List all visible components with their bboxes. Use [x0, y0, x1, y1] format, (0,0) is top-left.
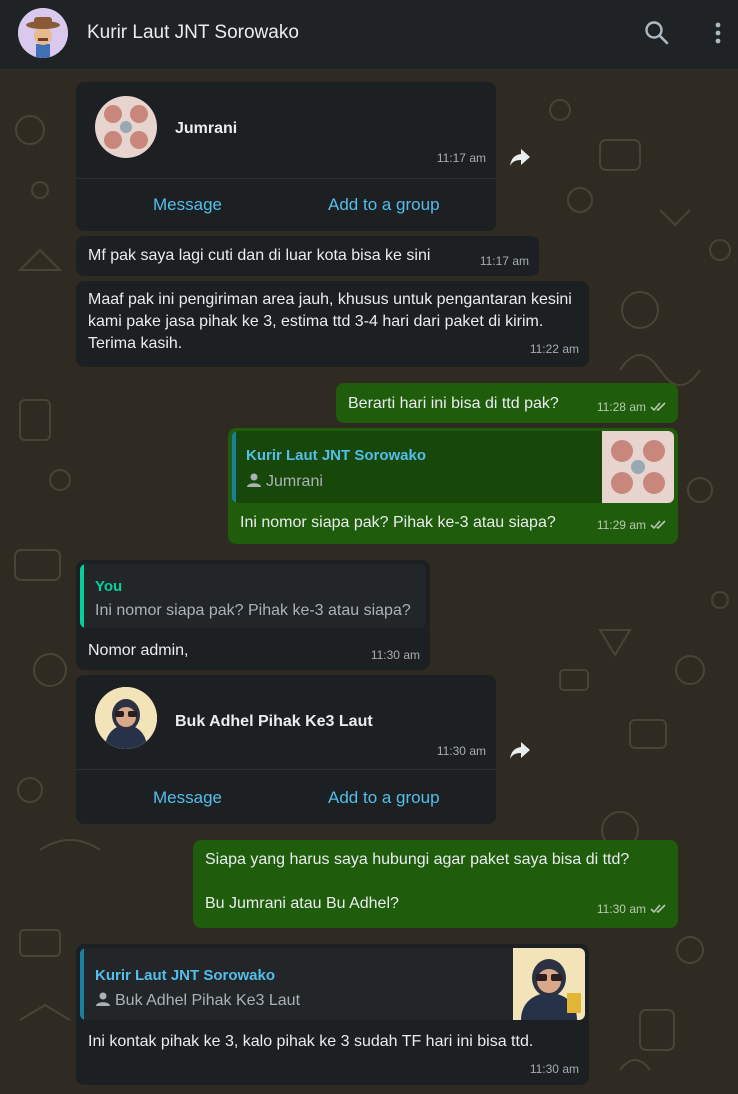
message-time: 11:30 am — [436, 744, 486, 758]
contact-name: Buk Adhel Pihak Ke3 Laut — [175, 713, 373, 730]
message-text: Ini nomor siapa pak? Pihak ke-3 atau sia… — [240, 514, 556, 531]
time-label: 11:30 am — [596, 902, 646, 916]
incoming-message: Maaf pak ini pengiriman area jauh, khusu… — [76, 281, 589, 367]
message-text: Ini kontak pihak ke 3, kalo pihak ke 3 s… — [88, 1033, 534, 1050]
contact-thumbnail — [513, 948, 585, 1020]
incoming-reply-message: You Ini nomor siapa pak? Pihak ke-3 atau… — [76, 560, 430, 670]
quote-author: Kurir Laut JNT Sorowako — [95, 967, 276, 984]
quote-author: Kurir Laut JNT Sorowako — [246, 447, 427, 464]
quoted-message[interactable]: You Ini nomor siapa pak? Pihak ke-3 atau… — [80, 564, 426, 628]
message-time: 11:30 am — [529, 1062, 579, 1076]
message-time: 11:17 am — [436, 151, 486, 165]
chat-title[interactable]: Kurir Laut JNT Sorowako — [87, 22, 299, 44]
quote-text: Ini nomor siapa pak? Pihak ke-3 atau sia… — [95, 602, 411, 619]
forward-icon[interactable] — [506, 736, 534, 764]
message-time: 11:22 am — [529, 342, 579, 356]
contact-name: Jumrani — [175, 120, 238, 137]
time-label: 11:29 am — [596, 518, 646, 532]
quote-text: Jumrani — [246, 471, 323, 495]
add-to-group-button[interactable]: Add to a group — [328, 787, 440, 809]
read-ticks-icon — [650, 515, 668, 537]
message-text: Berarti hari ini bisa di ttd pak? — [348, 395, 559, 412]
quote-contact-name: Jumrani — [266, 473, 323, 490]
divider — [76, 178, 496, 179]
chat-header: Kurir Laut JNT Sorowako — [0, 0, 738, 70]
outgoing-reply-message: Kurir Laut JNT Sorowako Jumrani Ini nomo… — [228, 428, 678, 544]
quote-text: Buk Adhel Pihak Ke3 Laut — [95, 990, 300, 1014]
contact-thumbnail — [602, 431, 674, 503]
add-to-group-button[interactable]: Add to a group — [328, 194, 440, 216]
quote-bar — [80, 948, 84, 1020]
message-time: 11:17 am — [479, 254, 529, 268]
contact-card-message: Jumrani 11:17 am Message Add to a group — [76, 82, 496, 231]
quote-contact-name: Buk Adhel Pihak Ke3 Laut — [115, 992, 301, 1009]
contact-avatar[interactable] — [95, 96, 157, 158]
outgoing-message: Siapa yang harus saya hubungi agar paket… — [193, 840, 678, 928]
read-ticks-icon — [650, 397, 668, 419]
contact-avatar[interactable] — [18, 8, 68, 58]
message-time: 11:28 am — [597, 396, 668, 419]
more-vertical-icon[interactable] — [710, 21, 726, 52]
cowboy-avatar-icon — [18, 8, 68, 58]
quoted-message[interactable]: Kurir Laut JNT Sorowako Buk Adhel Pihak … — [80, 948, 585, 1020]
contact-card-message: Buk Adhel Pihak Ke3 Laut 11:30 am Messag… — [76, 675, 496, 824]
message-text: Nomor admin, — [88, 642, 189, 659]
quoted-message[interactable]: Kurir Laut JNT Sorowako Jumrani — [232, 431, 674, 503]
person-icon — [95, 991, 111, 1014]
quote-bar — [232, 431, 236, 503]
incoming-message: Mf pak saya lagi cuti dan di luar kota b… — [76, 236, 539, 276]
forward-icon[interactable] — [506, 143, 534, 171]
divider — [76, 769, 496, 770]
incoming-reply-message: Kurir Laut JNT Sorowako Buk Adhel Pihak … — [76, 944, 589, 1085]
read-ticks-icon — [650, 899, 668, 921]
message-time: 11:30 am — [597, 898, 668, 921]
message-time: 11:29 am — [597, 514, 668, 537]
message-text: Maaf pak ini pengiriman area jauh, khusu… — [88, 291, 577, 352]
search-icon[interactable] — [644, 20, 670, 51]
contact-avatar[interactable] — [95, 687, 157, 749]
outgoing-message: Berarti hari ini bisa di ttd pak? 11:28 … — [336, 383, 678, 423]
message-text: Mf pak saya lagi cuti dan di luar kota b… — [88, 247, 431, 264]
message-time: 11:30 am — [370, 648, 420, 662]
message-contact-button[interactable]: Message — [153, 787, 222, 809]
time-label: 11:28 am — [596, 400, 646, 414]
person-icon — [246, 472, 262, 495]
message-contact-button[interactable]: Message — [153, 194, 222, 216]
quote-author: You — [95, 578, 123, 595]
quote-bar — [80, 564, 84, 628]
